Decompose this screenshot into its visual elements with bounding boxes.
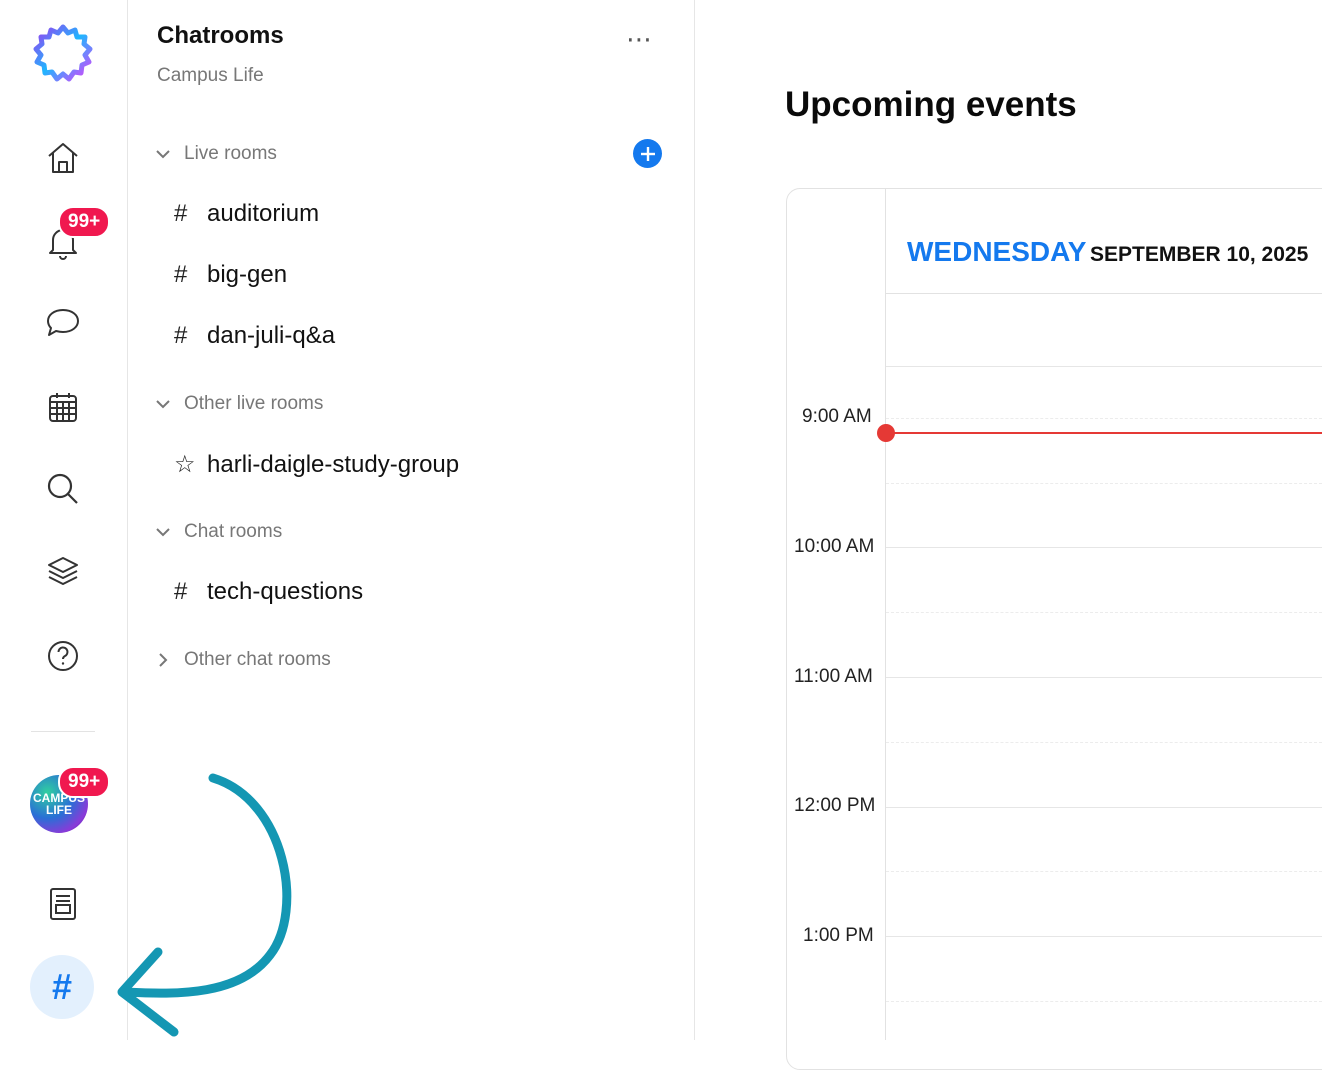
time-label: 11:00 AM [794, 666, 873, 687]
room-name: harli-daigle-study-group [207, 450, 460, 478]
current-time-dot [877, 424, 895, 442]
half-hour-line [886, 612, 1322, 613]
calendar-time-gutter-divider [885, 189, 886, 1040]
more-options-icon[interactable]: ⋯ [626, 24, 654, 55]
hour-line [886, 677, 1322, 678]
section-label: Other live rooms [184, 393, 324, 414]
half-hour-line [886, 742, 1322, 743]
hour-line [886, 807, 1322, 808]
time-label: 1:00 PM [803, 925, 874, 946]
add-room-button[interactable] [633, 139, 662, 168]
icon-rail: 99+ CAMPUS LIFE 99+ # [0, 0, 128, 1040]
section-chat-rooms[interactable]: Chat rooms [154, 521, 282, 543]
room-item-tech-questions[interactable]: # tech-questions [174, 578, 363, 606]
time-label: 10:00 AM [794, 536, 875, 557]
half-hour-line [886, 483, 1322, 484]
annotation-arrow [117, 773, 292, 1037]
room-item-auditorium[interactable]: # auditorium [174, 200, 319, 228]
calendar-icon[interactable] [31, 375, 95, 439]
hash-icon: # [174, 200, 188, 227]
section-other-live-rooms[interactable]: Other live rooms [154, 393, 323, 415]
chevron-down-icon [156, 528, 170, 537]
room-item-harli-daigle-study-group[interactable]: ☆ harli-daigle-study-group [174, 450, 459, 479]
logo-icon[interactable] [31, 22, 95, 86]
star-icon: ☆ [174, 451, 196, 478]
chevron-right-icon [159, 653, 168, 667]
room-item-big-gen[interactable]: # big-gen [174, 261, 287, 289]
notifications-badge: 99+ [58, 206, 111, 238]
calendar-day: WEDNESDAY [907, 236, 1087, 267]
chevron-down-icon [156, 400, 170, 409]
half-hour-line [886, 418, 1322, 419]
section-label: Chat rooms [184, 521, 283, 542]
current-time-line [886, 432, 1322, 434]
document-icon[interactable] [31, 872, 95, 936]
hash-icon: # [174, 578, 188, 605]
hash-icon: # [174, 261, 188, 288]
chevron-down-icon [156, 150, 170, 159]
calendar-header-divider [886, 293, 1322, 294]
hour-line [886, 366, 1322, 367]
section-label: Other chat rooms [184, 649, 331, 670]
section-other-chat-rooms[interactable]: Other chat rooms [154, 649, 331, 671]
search-icon[interactable] [31, 457, 95, 521]
time-label: 12:00 PM [794, 795, 876, 816]
room-item-dan-juli-qa[interactable]: # dan-juli-q&a [174, 322, 335, 350]
page-title: Upcoming events [785, 85, 1077, 124]
room-name: auditorium [207, 200, 320, 227]
avatar-text-line2: LIFE [46, 803, 72, 817]
plus-icon [640, 146, 655, 161]
hour-line [886, 547, 1322, 548]
time-label: 9:00 AM [802, 406, 872, 427]
chat-bubble-icon[interactable] [31, 291, 95, 355]
hash-icon[interactable]: # [30, 955, 94, 1019]
layers-icon[interactable] [31, 540, 95, 604]
room-name: tech-questions [207, 578, 364, 605]
campus-badge: 99+ [58, 766, 111, 798]
calendar-date: SEPTEMBER 10, 2025 [1090, 243, 1309, 266]
panel-subtitle: Campus Life [157, 65, 264, 86]
hour-line [886, 936, 1322, 937]
section-live-rooms[interactable]: Live rooms [154, 143, 277, 165]
room-name: big-gen [207, 261, 288, 288]
help-icon[interactable] [31, 624, 95, 688]
section-label: Live rooms [184, 143, 277, 164]
home-icon[interactable] [31, 126, 95, 190]
hash-icon: # [174, 322, 188, 349]
room-name: dan-juli-q&a [207, 322, 336, 349]
half-hour-line [886, 1001, 1322, 1002]
panel-title: Chatrooms [157, 22, 284, 49]
rail-divider [31, 731, 95, 732]
half-hour-line [886, 871, 1322, 872]
